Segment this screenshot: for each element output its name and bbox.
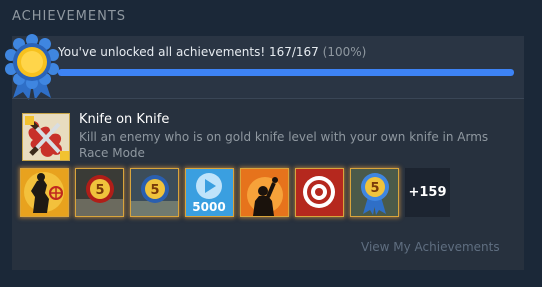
more-achievements-count[interactable]: +159 (405, 167, 450, 217)
achievements-panel: You've unlocked all achievements! 167/16… (5, 34, 524, 270)
featured-title: Knife on Knife (79, 112, 170, 127)
section-title: ACHIEVEMENTS (12, 9, 127, 24)
progress-fill (58, 69, 514, 76)
divider (12, 98, 524, 99)
progress-bar (58, 69, 514, 76)
achievement-row: 5 5 5000 5 +159 (20, 167, 450, 217)
soldier-target-icon[interactable] (20, 167, 69, 217)
view-my-achievements-link[interactable]: View My Achievements (361, 240, 500, 254)
medal-5-blue-icon[interactable]: 5 (130, 167, 179, 217)
bullseye-icon[interactable] (295, 167, 344, 217)
summary-text: You've unlocked all achievements! 167/16… (58, 45, 366, 59)
gold-ribbon-medal-icon (5, 34, 59, 100)
medal-5-red-icon[interactable]: 5 (75, 167, 124, 217)
featured-description: Kill an enemy who is on gold knife level… (79, 130, 489, 160)
summary-bar: You've unlocked all achievements! 167/16… (12, 36, 524, 98)
svg-text:5: 5 (150, 183, 159, 198)
summary-label: You've unlocked all achievements! 167/16… (58, 45, 319, 59)
crossed-knives-icon[interactable] (22, 113, 70, 161)
play-5000-icon[interactable]: 5000 (185, 167, 234, 217)
silhouette-grenade-icon[interactable] (240, 167, 289, 217)
svg-text:5: 5 (95, 183, 104, 198)
svg-text:5: 5 (370, 181, 379, 196)
summary-percent: (100%) (322, 45, 367, 59)
play-5000-label: 5000 (192, 200, 225, 214)
ribbon-medal-5-icon[interactable]: 5 (350, 167, 399, 217)
